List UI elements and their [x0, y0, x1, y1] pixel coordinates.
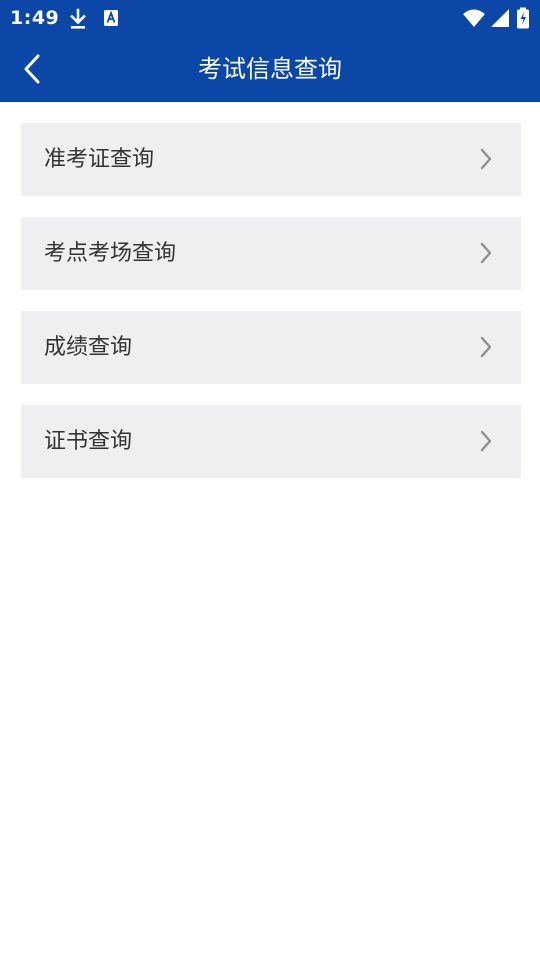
back-button[interactable] — [14, 50, 52, 88]
a-icon — [104, 10, 118, 26]
chevron-right-icon — [480, 430, 492, 452]
battery-icon — [517, 7, 529, 29]
chevron-left-icon — [24, 54, 40, 84]
menu-item-label: 证书查询 — [44, 429, 133, 454]
app-bar: 考试信息查询 — [0, 36, 540, 102]
menu-item-exam-site[interactable]: 考点考场查询 — [21, 217, 521, 290]
menu-item-label: 成绩查询 — [44, 335, 133, 360]
menu-item-label: 准考证查询 — [44, 147, 155, 172]
page-title: 考试信息查询 — [198, 55, 342, 83]
download-icon — [70, 8, 86, 29]
status-time: 1:49 — [10, 7, 60, 29]
chevron-right-icon — [480, 148, 492, 170]
status-bar: 1:49 — [0, 0, 540, 36]
query-menu: 准考证查询 考点考场查询 成绩查询 证书查询 — [21, 123, 521, 499]
menu-item-label: 考点考场查询 — [44, 241, 177, 266]
menu-item-certificate[interactable]: 证书查询 — [21, 405, 521, 478]
menu-item-admission-ticket[interactable]: 准考证查询 — [21, 123, 521, 196]
chevron-right-icon — [480, 336, 492, 358]
signal-icon — [491, 9, 509, 27]
menu-item-score[interactable]: 成绩查询 — [21, 311, 521, 384]
chevron-right-icon — [480, 242, 492, 264]
wifi-icon — [463, 9, 485, 27]
